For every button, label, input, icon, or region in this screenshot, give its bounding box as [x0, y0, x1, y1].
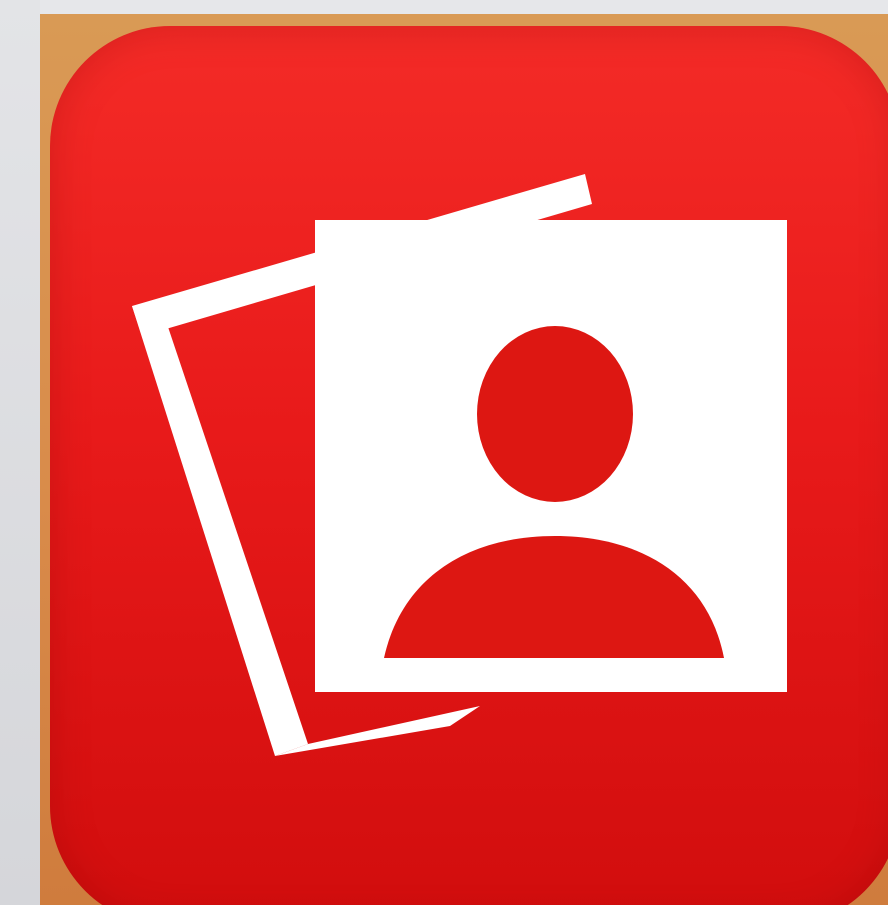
- screenshot-canvas: [0, 0, 888, 905]
- photos-stack-icon: [132, 174, 787, 756]
- left-edge: [0, 0, 40, 905]
- top-edge: [0, 0, 888, 14]
- app-icon-tile[interactable]: [50, 26, 888, 905]
